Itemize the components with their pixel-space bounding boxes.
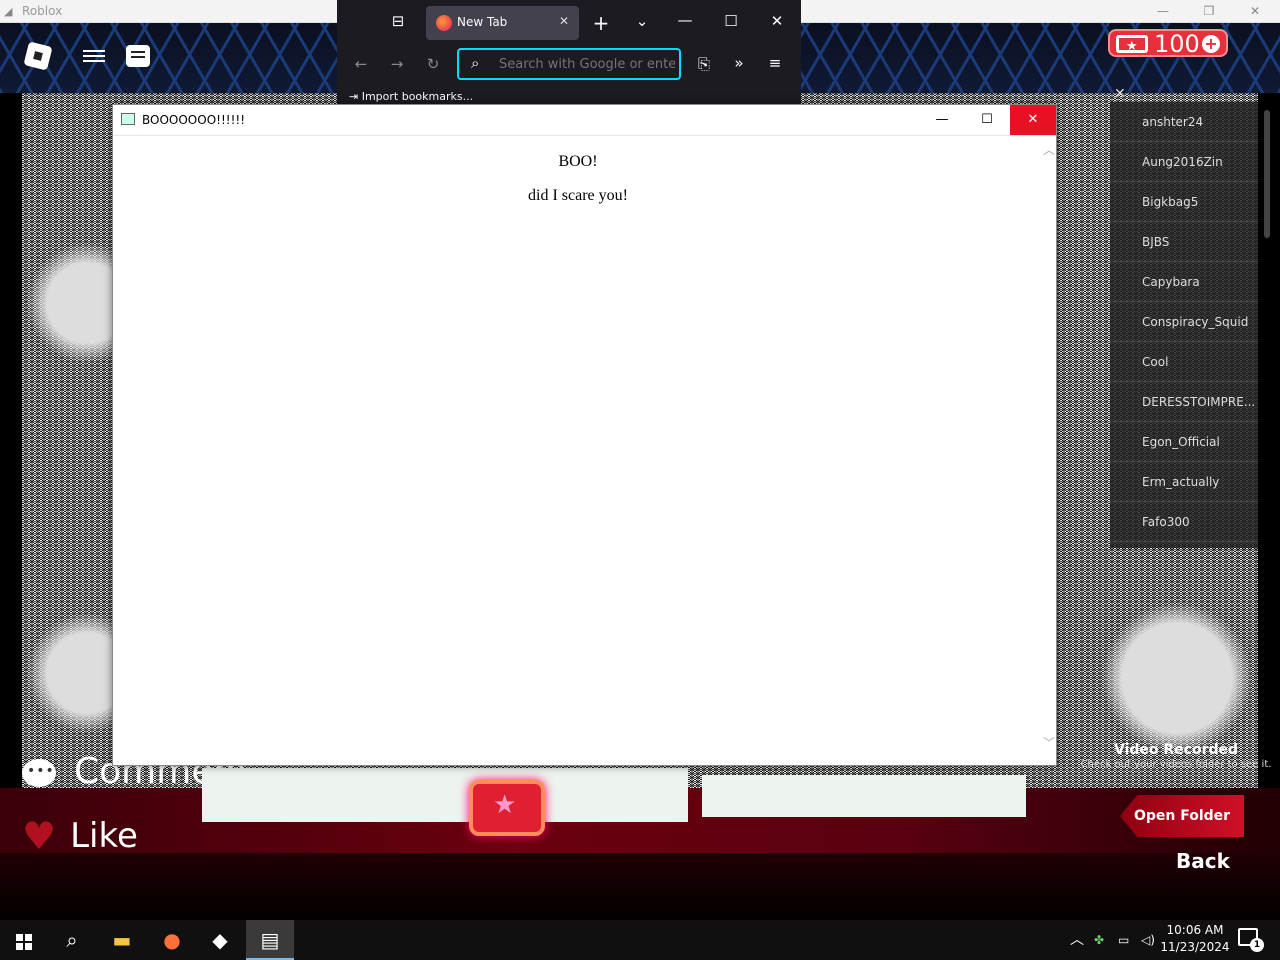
player-list-item[interactable]: Bigkbag5 (1110, 182, 1258, 222)
player-list-item[interactable]: anshter24 (1110, 102, 1258, 142)
hamburger-menu-icon[interactable] (83, 47, 105, 65)
chat-icon[interactable] (126, 45, 150, 67)
like-button[interactable]: ♥ Like (22, 814, 138, 858)
firefox-taskbar-icon[interactable]: ● (148, 920, 196, 960)
scroll-down-icon[interactable]: ﹀ (1042, 734, 1056, 751)
player-list-item[interactable]: Fafo300 (1110, 502, 1258, 542)
ff-maximize-icon[interactable]: ☐ (717, 12, 745, 30)
firefox-logo-icon (436, 15, 452, 31)
video-recorded-subtitle: Check out your videos folder to see it. (1080, 759, 1272, 770)
minimize-icon[interactable]: — (1140, 0, 1186, 23)
dialog-content: BOO! did I scare you! (113, 137, 1043, 765)
close-icon[interactable]: ✕ (1232, 0, 1278, 23)
roblox-taskbar-icon[interactable]: ◆ (196, 920, 244, 960)
ticket-icon (1116, 35, 1148, 59)
reload-icon[interactable]: ↻ (419, 55, 447, 73)
player-list-item[interactable]: DERESSTOIMPRE... (1110, 382, 1258, 422)
windows-logo-icon (16, 934, 32, 950)
overflow-chevron-icon[interactable]: » (725, 54, 753, 72)
like-label: Like (70, 816, 138, 856)
playerlist-close-icon[interactable]: ✕ (1114, 86, 1126, 102)
import-bookmarks-label: Import bookmarks... (361, 90, 474, 103)
firefox-window: ⊟ New Tab ✕ + ⌄ — ☐ ✕ ← → ↻ ⌕ ⎘ » ≡ ⇥ Im… (337, 0, 801, 108)
dialog-app-taskbar-icon[interactable]: ▤ (246, 920, 294, 960)
comment-bubble-icon (22, 759, 56, 787)
tab-title: New Tab (457, 15, 508, 29)
player-list: anshter24 Aung2016Zin Bigkbag5 BJBS Capy… (1110, 102, 1258, 548)
taskbar-search-icon[interactable]: ⌕ (48, 920, 96, 960)
playerlist-scrollbar[interactable] (1264, 110, 1270, 238)
dialog-maximize-icon[interactable]: ☐ (964, 105, 1010, 135)
ff-minimize-icon[interactable]: — (671, 11, 699, 29)
player-list-item[interactable]: Capybara (1110, 262, 1258, 302)
scare-dialog-window: BOOOOOOO!!!!!! — ☐ ✕ BOO! did I scare yo… (112, 104, 1057, 766)
dialog-titlebar[interactable]: BOOOOOOO!!!!!! — ☐ ✕ (113, 105, 1056, 136)
add-robux-icon[interactable]: + (1202, 35, 1220, 53)
player-list-item[interactable]: BJBS (1110, 222, 1258, 262)
dialog-minimize-icon[interactable]: — (919, 105, 965, 135)
roblox-app-icon: ◢ (4, 5, 13, 18)
new-tab-icon[interactable]: + (587, 11, 615, 35)
restore-icon[interactable]: ❐ (1186, 0, 1232, 23)
notification-count: 1 (1250, 938, 1264, 952)
robux-balance[interactable]: 100 + (1108, 29, 1228, 59)
back-arrow-icon[interactable]: ← (347, 55, 375, 73)
tab-new-tab[interactable]: New Tab ✕ (426, 6, 579, 40)
dialog-app-icon (121, 113, 135, 125)
video-recorded-toast: Video Recorded Check out your videos fol… (1080, 742, 1272, 772)
address-input[interactable] (499, 55, 675, 73)
import-bookmarks-link[interactable]: ⇥ Import bookmarks... (349, 90, 473, 103)
back-button[interactable]: Back (1176, 849, 1230, 873)
extensions-icon[interactable]: ⎘ (690, 55, 718, 73)
roblox-window-title: Roblox (22, 4, 63, 18)
search-icon: ⌕ (471, 54, 480, 72)
bottom-shadow (0, 853, 1280, 920)
windows-taskbar: ⌕ ▬ ● ◆ ▤ ︿ ✤ ▭ ◁) (0, 920, 1280, 960)
ff-close-icon[interactable]: ✕ (763, 12, 791, 30)
screen: ◢ Roblox — ❐ ✕ 100 + ✕ anshter24 Aung201… (0, 0, 1280, 960)
clock-date: 11/23/2024 (1160, 940, 1230, 954)
network-icon[interactable]: ▭ (1118, 920, 1129, 960)
start-button[interactable] (0, 920, 48, 960)
ticket-star-button[interactable] (469, 780, 545, 836)
forward-arrow-icon[interactable]: → (383, 55, 411, 73)
open-folder-button[interactable]: Open Folder (1120, 795, 1244, 837)
player-list-item[interactable]: Egon_Official (1110, 422, 1258, 462)
player-list-item[interactable]: Aung2016Zin (1110, 142, 1258, 182)
dialog-scrollbar[interactable]: ︿ ﹀ (1042, 137, 1056, 765)
scroll-up-icon[interactable]: ︿ (1042, 141, 1056, 158)
volume-icon[interactable]: ◁) (1141, 920, 1155, 960)
action-center-icon[interactable]: 1 (1238, 928, 1264, 952)
dialog-close-icon[interactable]: ✕ (1010, 105, 1056, 135)
app-menu-icon[interactable]: ≡ (761, 54, 789, 72)
dialog-line-boo: BOO! (558, 153, 598, 170)
heart-icon: ♥ (22, 814, 57, 858)
video-recorded-title: Video Recorded (1113, 742, 1239, 758)
robux-amount: 100 (1154, 30, 1200, 58)
firefox-tab-strip: ⊟ New Tab ✕ + ⌄ — ☐ ✕ (337, 0, 801, 44)
player-list-item[interactable]: Erm_actually (1110, 462, 1258, 502)
dialog-title: BOOOOOOO!!!!!! (142, 113, 246, 127)
tray-chevron-up-icon[interactable]: ︿ (1070, 920, 1084, 960)
player-list-item[interactable]: Cool (1110, 342, 1258, 382)
text-input-box[interactable] (702, 775, 1026, 817)
taskbar-clock[interactable]: 10:06 AM 11/23/2024 (1158, 922, 1232, 956)
firefox-view-icon[interactable]: ⊟ (384, 12, 412, 30)
import-icon: ⇥ (349, 90, 362, 103)
clock-time: 10:06 AM (1166, 923, 1224, 937)
comment-input-box[interactable] (202, 768, 688, 822)
file-explorer-icon[interactable]: ▬ (98, 920, 146, 960)
tray-app-icon[interactable]: ✤ (1094, 920, 1104, 960)
player-list-item[interactable]: Conspiracy_Squid (1110, 302, 1258, 342)
list-tabs-chevron-icon[interactable]: ⌄ (628, 12, 656, 30)
dialog-line-scare: did I scare you! (528, 187, 628, 204)
address-bar[interactable]: ⌕ (457, 48, 681, 80)
tab-close-icon[interactable]: ✕ (559, 14, 569, 28)
